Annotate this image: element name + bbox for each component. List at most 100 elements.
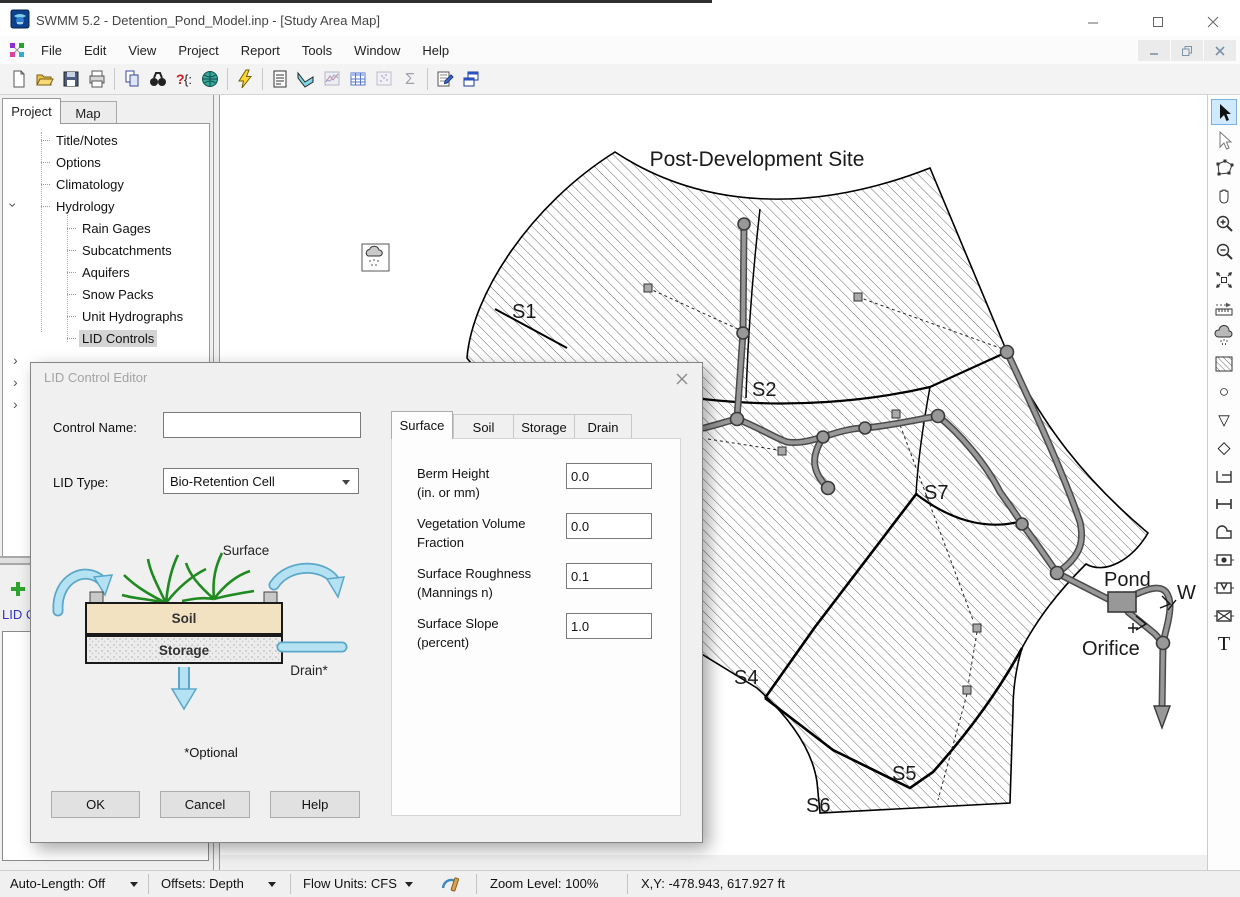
auto-length-selector[interactable]: Auto-Length: Off [10,876,105,891]
vegetation-volume-input[interactable] [566,513,652,539]
profile-plot-button[interactable] [293,67,319,91]
label-orifice: Orifice [1082,638,1140,660]
tree-item-hydrology[interactable]: ›Hydrology [3,195,209,217]
subcatchment-tool[interactable] [1211,351,1237,377]
pan-tool[interactable] [1211,183,1237,209]
divider-tool[interactable]: ◇ [1211,435,1237,461]
conduit-tool[interactable] [1211,491,1237,517]
select-vertex-tool[interactable] [1211,127,1237,153]
tree-item-rain-gages[interactable]: Rain Gages [3,217,209,239]
berm-height-input[interactable] [566,463,652,489]
menu-report[interactable]: Report [230,38,291,63]
tree-item-unit-hydrographs[interactable]: Unit Hydrographs [3,305,209,327]
mdi-minimize-button[interactable] [1138,40,1170,61]
help-button[interactable]: Help [270,791,360,818]
summary-table-button[interactable] [345,67,371,91]
tree-item-options[interactable]: Options [3,151,209,173]
mdi-close-button[interactable] [1204,40,1236,61]
orifice-tool[interactable] [1211,547,1237,573]
app-icon [10,9,30,29]
minimize-button[interactable] [1076,11,1110,33]
window-title: SWMM 5.2 - Detention_Pond_Model.inp - [S… [36,13,380,28]
menu-project[interactable]: Project [167,38,229,63]
statistics-button[interactable]: Σ [397,67,423,91]
junction-tool[interactable]: ○ [1211,379,1237,405]
tab-drain[interactable]: Drain [575,414,632,439]
label-s5: S5 [892,763,916,785]
dialog-title: LID Control Editor [44,370,147,385]
select-region-tool[interactable] [1211,155,1237,181]
menu-tools[interactable]: Tools [291,38,343,63]
svg-text:Σ: Σ [405,71,415,88]
status-report-button[interactable] [267,67,293,91]
zoom-in-tool[interactable] [1211,211,1237,237]
chevron-down-icon[interactable] [268,882,276,887]
copy-button[interactable] [119,67,145,91]
menu-help[interactable]: Help [411,38,460,63]
storage-unit-tool[interactable] [1211,463,1237,489]
full-extent-tool[interactable] [1211,267,1237,293]
tree-item-lid-controls[interactable]: LID Controls [3,327,209,349]
chevron-collapsed-icon[interactable]: › [13,374,18,390]
tree-item-snow-packs[interactable]: Snow Packs [3,283,209,305]
print-button[interactable] [84,67,110,91]
tab-storage[interactable]: Storage [514,414,575,439]
offsets-selector[interactable]: Offsets: Depth [161,876,244,891]
outlet-tool[interactable] [1211,603,1237,629]
label-tool[interactable]: T [1211,631,1237,657]
tab-project[interactable]: Project [2,98,61,124]
mdi-restore-button[interactable] [1171,40,1203,61]
control-name-input[interactable] [163,412,361,438]
menu-window[interactable]: Window [343,38,411,63]
diagram-drain-label: Drain* [290,663,328,678]
zoom-out-tool[interactable] [1211,239,1237,265]
scatter-plot-button[interactable] [371,67,397,91]
chevron-down-icon[interactable] [405,882,413,887]
outfall-node[interactable] [1154,706,1170,728]
tree-item-aquifers[interactable]: Aquifers [3,261,209,283]
measure-tool[interactable] [1211,295,1237,321]
save-file-button[interactable] [58,67,84,91]
control-name-label: Control Name: [53,420,137,435]
new-file-button[interactable] [6,67,32,91]
chevron-collapsed-icon[interactable]: › [13,352,18,368]
tab-map[interactable]: Map [59,101,117,124]
time-series-plot-button[interactable] [319,67,345,91]
chevron-down-icon[interactable] [130,882,138,887]
rain-gage-tool[interactable] [1211,323,1237,349]
outfall-tool[interactable]: ▽ [1211,407,1237,433]
cancel-button[interactable]: Cancel [160,791,250,818]
open-file-button[interactable] [32,67,58,91]
ok-button[interactable]: OK [51,791,140,818]
tree-item-climatology[interactable]: Climatology [3,173,209,195]
surface-roughness-input[interactable] [566,563,652,589]
select-object-tool[interactable] [1211,99,1237,125]
add-lid-button[interactable] [10,581,26,597]
chevron-collapsed-icon[interactable]: › [13,396,18,412]
cascade-windows-button[interactable] [458,67,484,91]
menu-view[interactable]: View [117,38,167,63]
pump-tool[interactable] [1211,519,1237,545]
overview-map-button[interactable] [197,67,223,91]
surface-slope-input[interactable] [566,613,652,639]
tab-surface[interactable]: Surface [391,411,453,439]
close-button[interactable] [1196,11,1230,33]
run-simulation-button[interactable] [232,67,258,91]
menu-edit[interactable]: Edit [73,38,117,63]
weir-tool[interactable] [1211,575,1237,601]
tab-soil[interactable]: Soil [453,414,514,439]
dialog-close-icon[interactable] [669,367,695,391]
query-button[interactable]: ?{: [171,67,197,91]
map-toolbar: ○ ▽ ◇ T [1207,95,1240,870]
flow-units-selector[interactable]: Flow Units: CFS [303,876,397,891]
maximize-button[interactable] [1141,11,1175,33]
chevron-expanded-icon[interactable]: › [5,203,21,208]
find-button[interactable] [145,67,171,91]
pond-storage-node[interactable] [1108,592,1136,612]
menu-file[interactable]: File [30,38,73,63]
tree-item-title-notes[interactable]: Title/Notes [3,129,209,151]
rain-gage-symbol[interactable] [362,244,389,271]
lid-type-select[interactable]: Bio-Retention Cell [163,468,359,494]
tree-item-subcatchments[interactable]: Subcatchments [3,239,209,261]
program-options-button[interactable] [432,67,458,91]
